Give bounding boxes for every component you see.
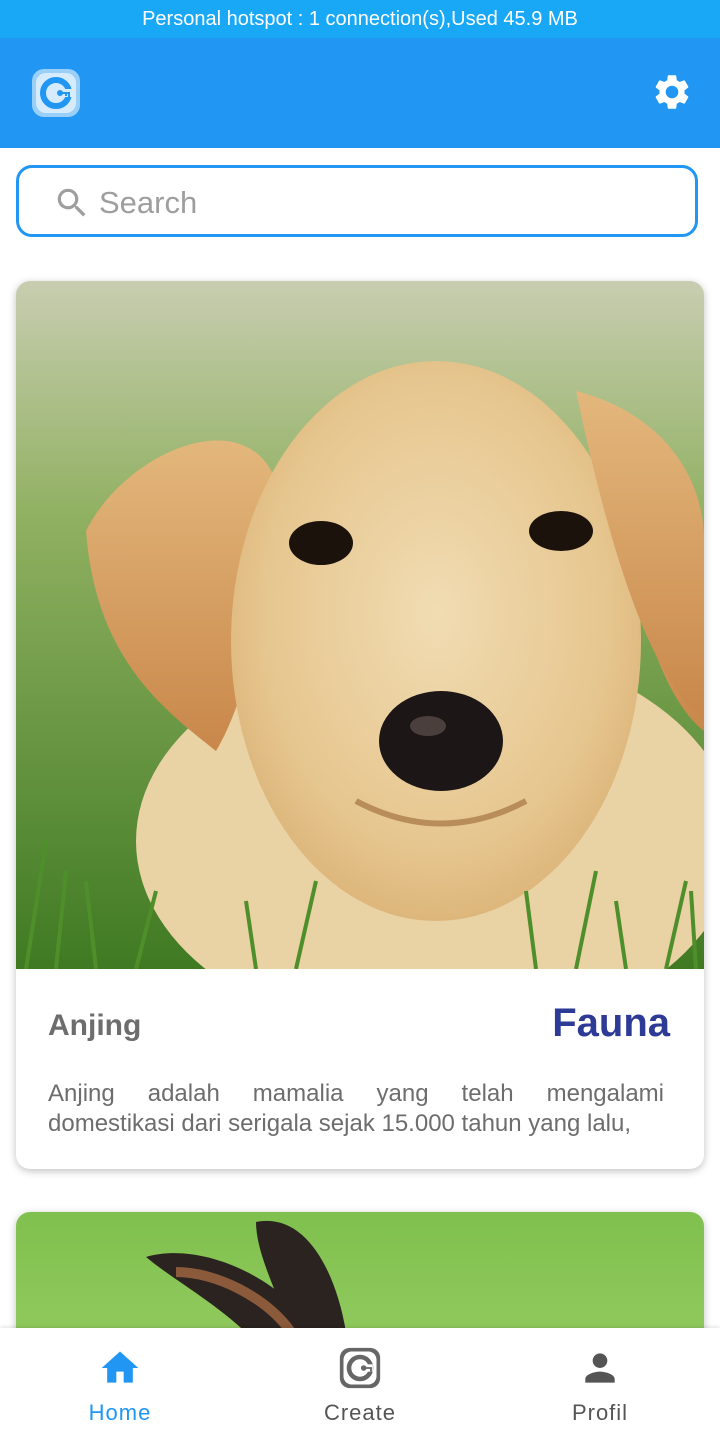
- gear-icon[interactable]: [651, 71, 693, 113]
- app-bar: [0, 38, 720, 148]
- card-category: Fauna: [552, 1001, 670, 1045]
- nav-profil[interactable]: Profil: [480, 1328, 720, 1440]
- nav-create-label: Create: [323, 1400, 397, 1425]
- card-title: Anjing: [48, 1009, 142, 1042]
- content-card[interactable]: Anjing Fauna Anjing adalah mamalia yang …: [16, 281, 704, 1169]
- puppy-photo: [16, 281, 704, 969]
- status-bar: Personal hotspot : 1 connection(s),Used …: [0, 0, 720, 38]
- home-icon: [101, 1351, 139, 1383]
- card-description: Anjing adalah mamalia yang telah mengala…: [48, 1080, 664, 1137]
- app-logo-icon[interactable]: [32, 69, 80, 117]
- search-bar[interactable]: [16, 165, 698, 237]
- bottom-nav: Home Create Profil: [0, 1328, 720, 1440]
- search-input[interactable]: [97, 180, 661, 226]
- nav-home-label: Home: [88, 1400, 152, 1425]
- create-icon: [339, 1347, 381, 1389]
- status-text: Personal hotspot : 1 connection(s),Used …: [142, 7, 578, 30]
- person-icon: [585, 1353, 615, 1383]
- nav-profil-label: Profil: [571, 1400, 629, 1425]
- nav-create[interactable]: Create: [240, 1328, 480, 1440]
- nav-home[interactable]: Home: [0, 1328, 240, 1440]
- search-icon: [57, 188, 86, 217]
